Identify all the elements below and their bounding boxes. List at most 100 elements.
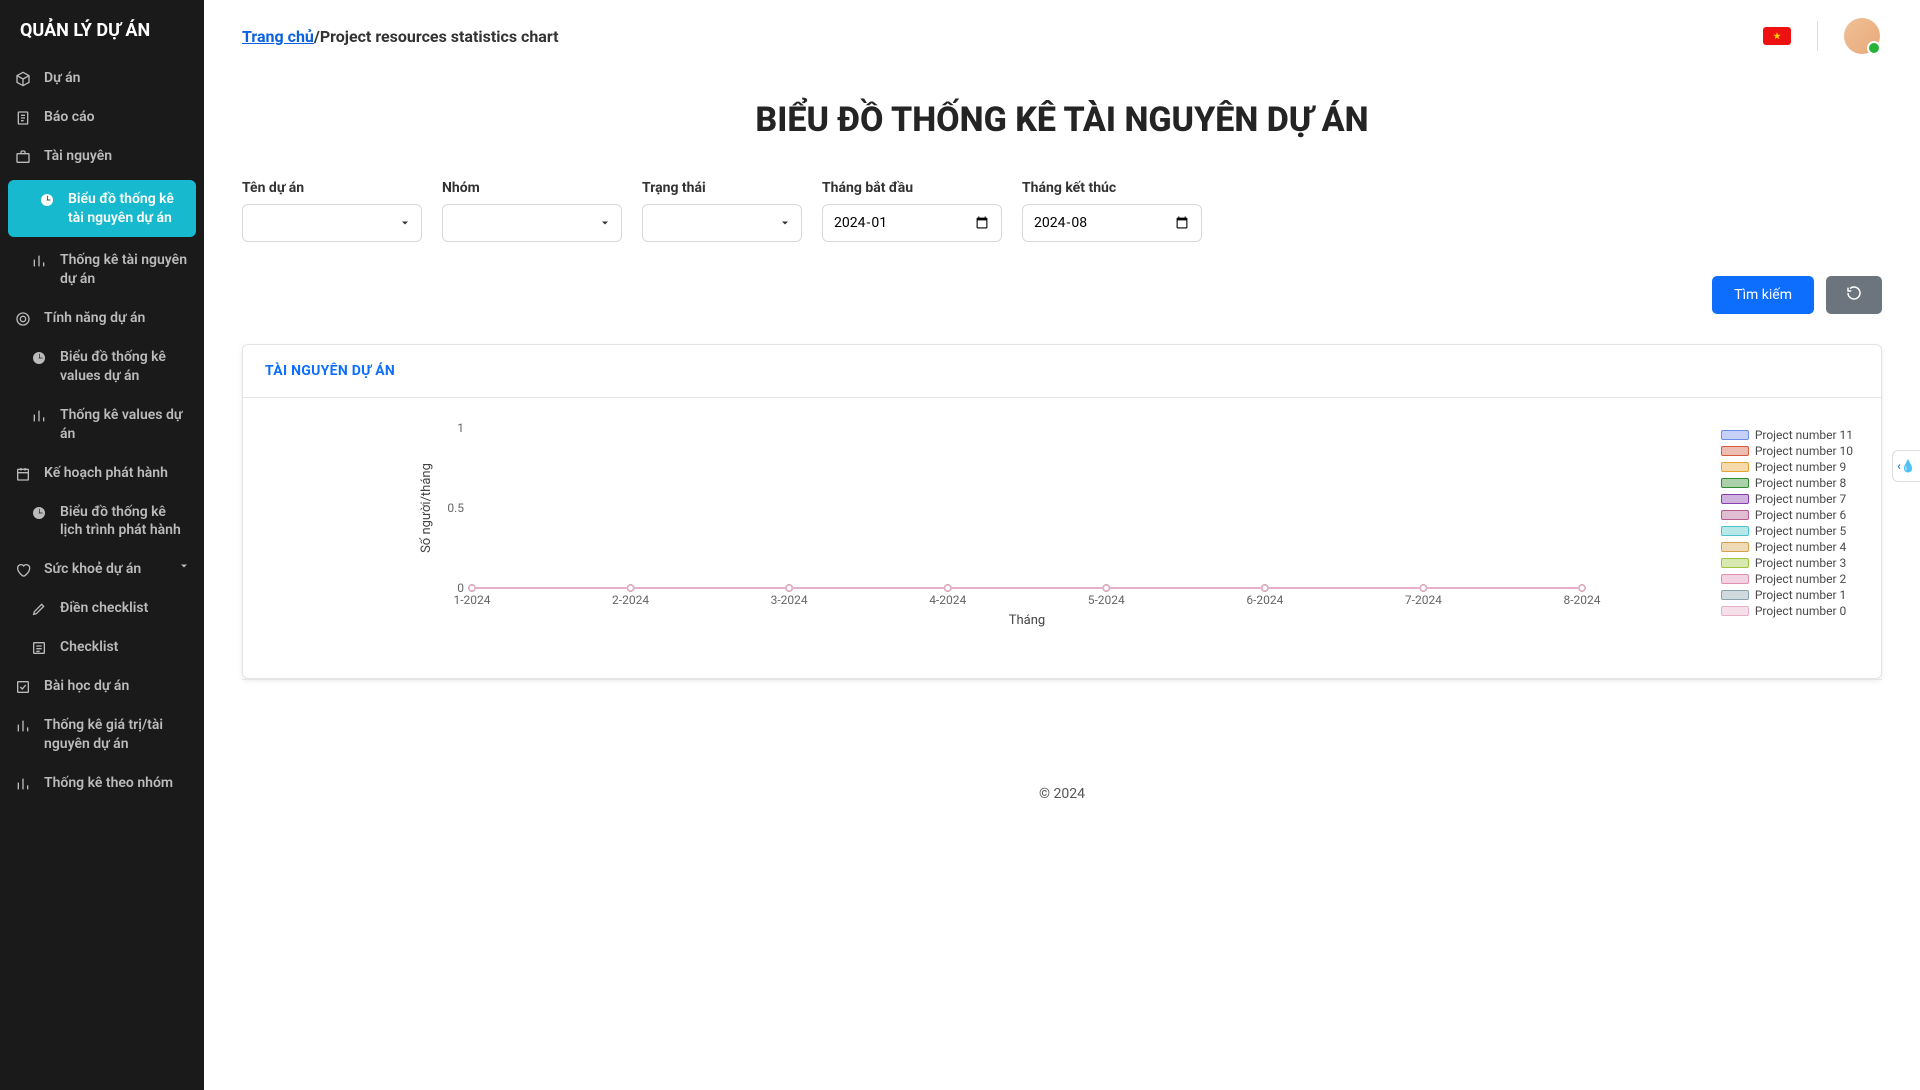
sidebar-item-label: Biểu đồ thống kê values dự án xyxy=(60,348,190,386)
svg-text:0.5: 0.5 xyxy=(447,501,464,515)
legend-swatch xyxy=(1721,510,1749,520)
sidebar-item-9[interactable]: Biểu đồ thống kê lịch trình phát hành xyxy=(0,493,204,551)
sidebar-item-10[interactable]: Sức khoẻ dự án xyxy=(0,550,204,589)
box-icon xyxy=(14,71,32,87)
legend-swatch xyxy=(1721,494,1749,504)
legend-item[interactable]: Project number 0 xyxy=(1721,604,1853,618)
breadcrumb-home[interactable]: Trang chủ xyxy=(242,27,314,46)
sidebar-item-1[interactable]: Báo cáo xyxy=(0,98,204,137)
legend-item[interactable]: Project number 4 xyxy=(1721,540,1853,554)
droplet-icon: ‹💧 xyxy=(1897,459,1916,473)
search-button[interactable]: Tìm kiếm xyxy=(1712,276,1814,314)
bar-icon xyxy=(14,776,32,792)
legend-swatch xyxy=(1721,542,1749,552)
legend-swatch xyxy=(1721,478,1749,488)
filter-bar: Tên dự án Nhóm Trạng thái Tháng bắt đầu … xyxy=(204,180,1920,242)
legend-label: Project number 0 xyxy=(1755,604,1846,618)
legend-item[interactable]: Project number 7 xyxy=(1721,492,1853,506)
legend-label: Project number 7 xyxy=(1755,492,1846,506)
list-icon xyxy=(30,640,48,656)
status-select[interactable] xyxy=(642,204,802,242)
chart-title: TÀI NGUYÊN DỰ ÁN xyxy=(265,363,1859,379)
target-icon xyxy=(14,311,32,327)
svg-text:6-2024: 6-2024 xyxy=(1246,593,1283,607)
legend-label: Project number 10 xyxy=(1755,444,1853,458)
sidebar-item-15[interactable]: Thống kê theo nhóm xyxy=(0,764,204,803)
side-tab[interactable]: ‹💧 xyxy=(1892,450,1920,482)
sidebar-item-4[interactable]: Thống kê tài nguyên dự án xyxy=(0,241,204,299)
sidebar-item-14[interactable]: Thống kê giá trị/tài nguyên dự án xyxy=(0,706,204,764)
sidebar-item-11[interactable]: Điền checklist xyxy=(0,589,204,628)
chart-plot: 00.511-20242-20243-20244-20245-20246-202… xyxy=(265,418,1859,628)
legend-item[interactable]: Project number 2 xyxy=(1721,572,1853,586)
group-select[interactable] xyxy=(442,204,622,242)
pencil-icon xyxy=(30,601,48,617)
svg-text:Tháng: Tháng xyxy=(1009,613,1045,628)
sidebar-item-3[interactable]: Biểu đồ thống kê tài nguyên dự án xyxy=(8,180,196,238)
briefcase-icon xyxy=(14,149,32,165)
sidebar-item-label: Biểu đồ thống kê lịch trình phát hành xyxy=(60,503,190,541)
legend-item[interactable]: Project number 5 xyxy=(1721,524,1853,538)
sidebar-item-label: Điền checklist xyxy=(60,599,148,618)
sidebar-item-2[interactable]: Tài nguyên xyxy=(0,137,204,176)
legend-label: Project number 6 xyxy=(1755,508,1846,522)
legend-label: Project number 11 xyxy=(1755,428,1853,442)
svg-text:4-2024: 4-2024 xyxy=(929,593,966,607)
sidebar-item-8[interactable]: Kế hoạch phát hành xyxy=(0,454,204,493)
start-month-input[interactable] xyxy=(822,204,1002,242)
legend-item[interactable]: Project number 10 xyxy=(1721,444,1853,458)
breadcrumb-current: Project resources statistics chart xyxy=(320,27,559,46)
legend-swatch xyxy=(1721,606,1749,616)
group-label: Nhóm xyxy=(442,180,622,196)
legend-label: Project number 9 xyxy=(1755,460,1846,474)
chevron-down-icon xyxy=(178,560,190,576)
legend-item[interactable]: Project number 3 xyxy=(1721,556,1853,570)
reset-button[interactable] xyxy=(1826,276,1882,314)
legend-item[interactable]: Project number 6 xyxy=(1721,508,1853,522)
sidebar-item-13[interactable]: Bài học dự án xyxy=(0,667,204,706)
sidebar-item-5[interactable]: Tính năng dự án xyxy=(0,299,204,338)
clock-icon xyxy=(30,505,48,521)
svg-text:3-2024: 3-2024 xyxy=(771,593,808,607)
start-month-label: Tháng bắt đầu xyxy=(822,180,1002,196)
user-avatar[interactable] xyxy=(1844,18,1880,54)
reset-icon xyxy=(1846,285,1862,305)
action-buttons: Tìm kiếm xyxy=(204,242,1920,314)
topbar-divider xyxy=(1817,21,1818,51)
legend-item[interactable]: Project number 8 xyxy=(1721,476,1853,490)
svg-text:1: 1 xyxy=(457,421,464,435)
footer: © 2024 xyxy=(204,786,1920,802)
language-flag-vn[interactable] xyxy=(1763,27,1791,45)
bar-icon xyxy=(14,718,32,734)
breadcrumb: Trang chủ/Project resources statistics c… xyxy=(242,27,559,46)
heart-icon xyxy=(14,562,32,578)
sidebar-item-label: Tính năng dự án xyxy=(44,309,145,328)
legend-label: Project number 8 xyxy=(1755,476,1846,490)
check-icon xyxy=(14,679,32,695)
legend-label: Project number 2 xyxy=(1755,572,1846,586)
legend-swatch xyxy=(1721,574,1749,584)
main-content: Trang chủ/Project resources statistics c… xyxy=(204,0,1920,1090)
sidebar-item-label: Sức khoẻ dự án xyxy=(44,560,141,579)
sidebar-item-7[interactable]: Thống kê values dự án xyxy=(0,396,204,454)
legend-item[interactable]: Project number 9 xyxy=(1721,460,1853,474)
footer-divider xyxy=(242,679,1882,680)
sidebar-item-label: Báo cáo xyxy=(44,108,95,127)
sidebar-item-label: Dự án xyxy=(44,69,80,88)
sidebar-item-label: Thống kê giá trị/tài nguyên dự án xyxy=(44,716,190,754)
sidebar-item-0[interactable]: Dự án xyxy=(0,59,204,98)
chart-legend: Project number 11 Project number 10 Projec… xyxy=(1721,428,1853,620)
status-label: Trạng thái xyxy=(642,180,802,196)
sidebar-item-12[interactable]: Checklist xyxy=(0,628,204,667)
sidebar-item-label: Checklist xyxy=(60,638,118,657)
sidebar-item-6[interactable]: Biểu đồ thống kê values dự án xyxy=(0,338,204,396)
legend-item[interactable]: Project number 1 xyxy=(1721,588,1853,602)
svg-text:2-2024: 2-2024 xyxy=(612,593,649,607)
sidebar: QUẢN LÝ DỰ ÁN Dự ánBáo cáoTài nguyênBiểu… xyxy=(0,0,204,1090)
end-month-input[interactable] xyxy=(1022,204,1202,242)
page-title: BIỂU ĐỒ THỐNG KÊ TÀI NGUYÊN DỰ ÁN xyxy=(204,100,1920,140)
legend-item[interactable]: Project number 11 xyxy=(1721,428,1853,442)
project-select[interactable] xyxy=(242,204,422,242)
project-label: Tên dự án xyxy=(242,180,422,196)
sidebar-item-label: Bài học dự án xyxy=(44,677,129,696)
